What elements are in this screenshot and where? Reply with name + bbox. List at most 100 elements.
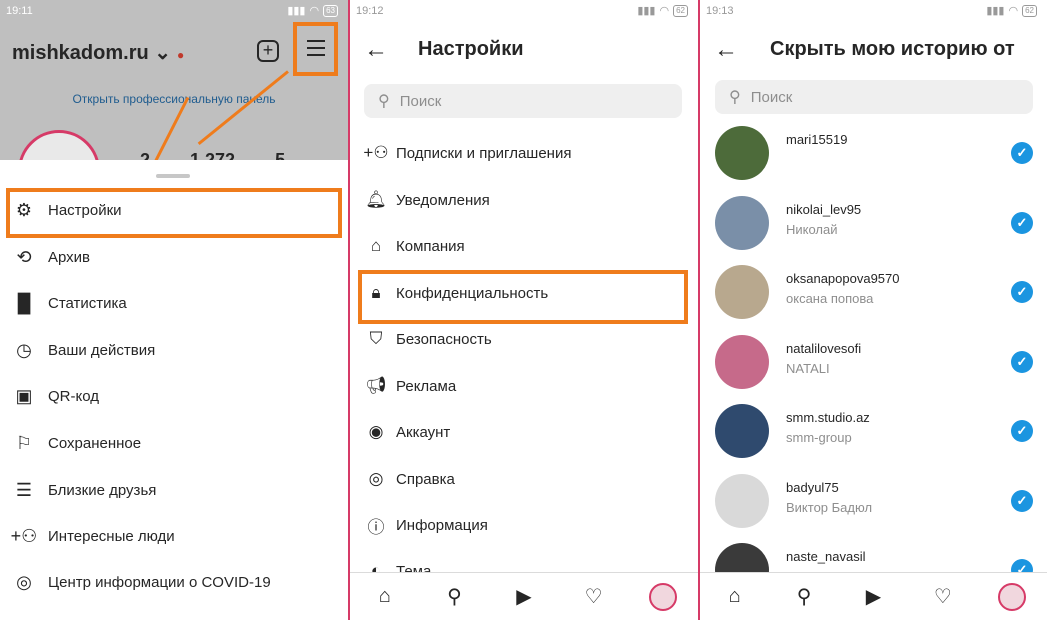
full-name: Виктор Бадюл [786, 499, 873, 515]
wifi-icon: ◠ [1008, 5, 1019, 17]
page-title: Настройки [418, 38, 524, 60]
reels-icon[interactable]: ▶ [859, 583, 887, 611]
settings-item-ads[interactable]: 📢︎ Реклама [350, 366, 698, 406]
username: badyul75 [786, 479, 839, 495]
menu-item-covid[interactable]: ◎ Центр информации о COVID-19 [0, 562, 348, 602]
reels-icon[interactable]: ▶ [510, 583, 538, 611]
menu-item-label: Центр информации о COVID-19 [48, 573, 271, 591]
full-name: smm-group [786, 430, 852, 445]
chevron-down-icon: ⌄ [148, 42, 172, 64]
status-bar: 19:11 ▮▮▮ ◠ 63 [0, 0, 348, 24]
username: smm.studio.az [786, 410, 870, 425]
menu-item-insights[interactable]: ▐▌ Статистика [0, 283, 348, 323]
signal-icon: ▮▮▮ [287, 5, 306, 17]
user-row[interactable]: oksanapopova9570 оксана попова ✓ [700, 257, 1047, 327]
checkbox-checked-icon[interactable]: ✓ [1011, 142, 1033, 164]
username: natalilovesofi [786, 340, 862, 356]
settings-item-label: Компания [396, 237, 465, 255]
back-arrow-icon[interactable]: ← [714, 38, 738, 62]
status-icons: ▮▮▮ ◠ 63 [287, 4, 338, 17]
menu-item-activity[interactable]: ◷ Ваши действия [0, 330, 348, 370]
bell-icon: 🔔︎ [365, 190, 387, 209]
settings-highlight [6, 188, 342, 238]
professional-dashboard-link[interactable]: Открыть профессиональную панель [0, 92, 348, 106]
status-time: 19:11 [6, 5, 33, 17]
settings-item-notifications[interactable]: 🔔︎ Уведомления [350, 180, 698, 220]
covid-info-icon: ◎ [16, 571, 32, 592]
search-input[interactable]: ⚲ Поиск [715, 80, 1033, 114]
user-avatar [715, 473, 769, 528]
settings-item-security[interactable]: ⛉ Безопасность [350, 319, 698, 359]
menu-item-saved[interactable]: ⚐ Сохраненное [0, 423, 348, 463]
checkbox-checked-icon[interactable]: ✓ [1011, 281, 1033, 303]
user-row[interactable]: mari15519 ✓ [700, 118, 1047, 188]
profile-avatar-tab[interactable] [998, 582, 1027, 611]
heart-icon[interactable]: ♡ [580, 583, 608, 611]
wifi-icon: ◠ [659, 5, 670, 17]
page-title: Скрыть мою историю от [770, 38, 1015, 60]
signal-icon: ▮▮▮ [986, 5, 1005, 17]
wifi-icon: ◠ [309, 5, 320, 17]
insights-icon: ▐▌ [11, 292, 37, 313]
settings-item-about[interactable]: ⓘ Информация [350, 505, 698, 545]
status-time: 19:12 [356, 5, 384, 17]
menu-item-close-friends[interactable]: ☰ Близкие друзья [0, 470, 348, 510]
status-icons: ▮▮▮ ◠ 62 [637, 4, 688, 17]
home-icon[interactable]: ⌂ [371, 583, 399, 611]
user-row[interactable]: smm.studio.az smm-group ✓ [700, 396, 1047, 466]
user-row[interactable]: nikolai_lev95 Николай ✓ [700, 188, 1047, 258]
menu-button-highlight[interactable] [293, 22, 338, 76]
signal-icon: ▮▮▮ [637, 5, 656, 17]
menu-item-discover-people[interactable]: +⚇ Интересные люди [0, 516, 348, 556]
profile-avatar-tab[interactable] [649, 582, 678, 611]
search-icon[interactable]: ⚲ [440, 583, 468, 611]
profile-username[interactable]: mishkadom.ru ⌄ ● [12, 40, 184, 65]
account-icon: ◉ [368, 422, 384, 441]
settings-item-account[interactable]: ◉ Аккаунт [350, 412, 698, 452]
back-arrow-icon[interactable]: ← [364, 38, 388, 62]
search-icon: ⚲ [729, 89, 741, 106]
settings-item-label: Справка [396, 470, 455, 488]
saved-icon: ⚐ [15, 432, 33, 453]
new-post-icon[interactable]: + [257, 40, 279, 62]
bottom-nav: ⌂ ⚲ ▶ ♡ [350, 572, 698, 620]
checkbox-checked-icon[interactable]: ✓ [1011, 350, 1033, 373]
checkbox-checked-icon[interactable]: ✓ [1011, 420, 1033, 442]
search-input[interactable]: ⚲ Поиск [364, 84, 682, 118]
user-row[interactable]: natalilovesofi NATALI ✓ [700, 327, 1047, 397]
checkbox-checked-icon[interactable]: ✓ [1011, 489, 1033, 512]
settings-item-label: Уведомления [396, 191, 490, 209]
settings-item-follow-invite[interactable]: +⚇ Подписки и приглашения [350, 133, 698, 173]
battery-icon: 63 [323, 4, 338, 17]
menu-item-qr[interactable]: ▣ QR-код [0, 376, 348, 416]
settings-item-business[interactable]: ⌂ Компания [350, 226, 698, 266]
search-icon[interactable]: ⚲ [790, 583, 818, 611]
settings-item-label: Реклама [396, 377, 457, 395]
checkbox-checked-icon[interactable]: ✓ [1011, 211, 1033, 234]
user-avatar [715, 404, 769, 458]
archive-icon: ⟲ [16, 246, 32, 267]
search-placeholder: Поиск [399, 92, 442, 110]
close-friends-icon: ☰ [15, 479, 33, 500]
status-bar: 19:13 ▮▮▮ ◠ 62 [700, 0, 1047, 24]
settings-item-help[interactable]: ◎ Справка [350, 459, 698, 499]
user-avatar [715, 195, 769, 250]
notification-dot: ● [177, 48, 185, 62]
menu-item-label: Статистика [48, 294, 127, 312]
activity-icon: ◷ [16, 339, 32, 360]
settings-item-label: Информация [396, 516, 488, 534]
sheet-drag-handle[interactable] [156, 174, 190, 178]
home-icon[interactable]: ⌂ [721, 583, 749, 611]
user-row[interactable]: badyul75 Виктор Бадюл ✓ [700, 466, 1047, 536]
help-icon: ◎ [368, 469, 384, 488]
privacy-highlight [358, 270, 688, 324]
hide-story-panel: 19:13 ▮▮▮ ◠ 62 ← Скрыть мою историю от ⚲… [700, 0, 1047, 620]
user-avatar [715, 334, 769, 389]
menu-item-archive[interactable]: ⟲ Архив [0, 237, 348, 277]
discover-people-icon: +⚇ [10, 525, 38, 546]
hamburger-menu-icon[interactable] [307, 40, 325, 61]
status-icons: ▮▮▮ ◠ 62 [986, 4, 1037, 17]
heart-icon[interactable]: ♡ [929, 583, 957, 611]
username-text: mishkadom.ru [12, 42, 149, 64]
settings-item-label: Безопасность [396, 330, 492, 348]
